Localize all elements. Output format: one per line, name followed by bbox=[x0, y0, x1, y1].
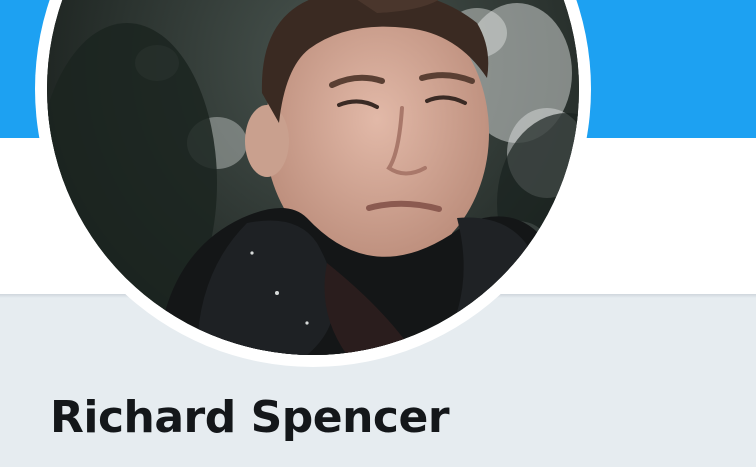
profile-display-name: Richard Spencer bbox=[50, 392, 450, 443]
profile-avatar[interactable] bbox=[47, 0, 579, 355]
avatar-frame bbox=[35, 0, 591, 367]
avatar-photo bbox=[47, 0, 579, 355]
